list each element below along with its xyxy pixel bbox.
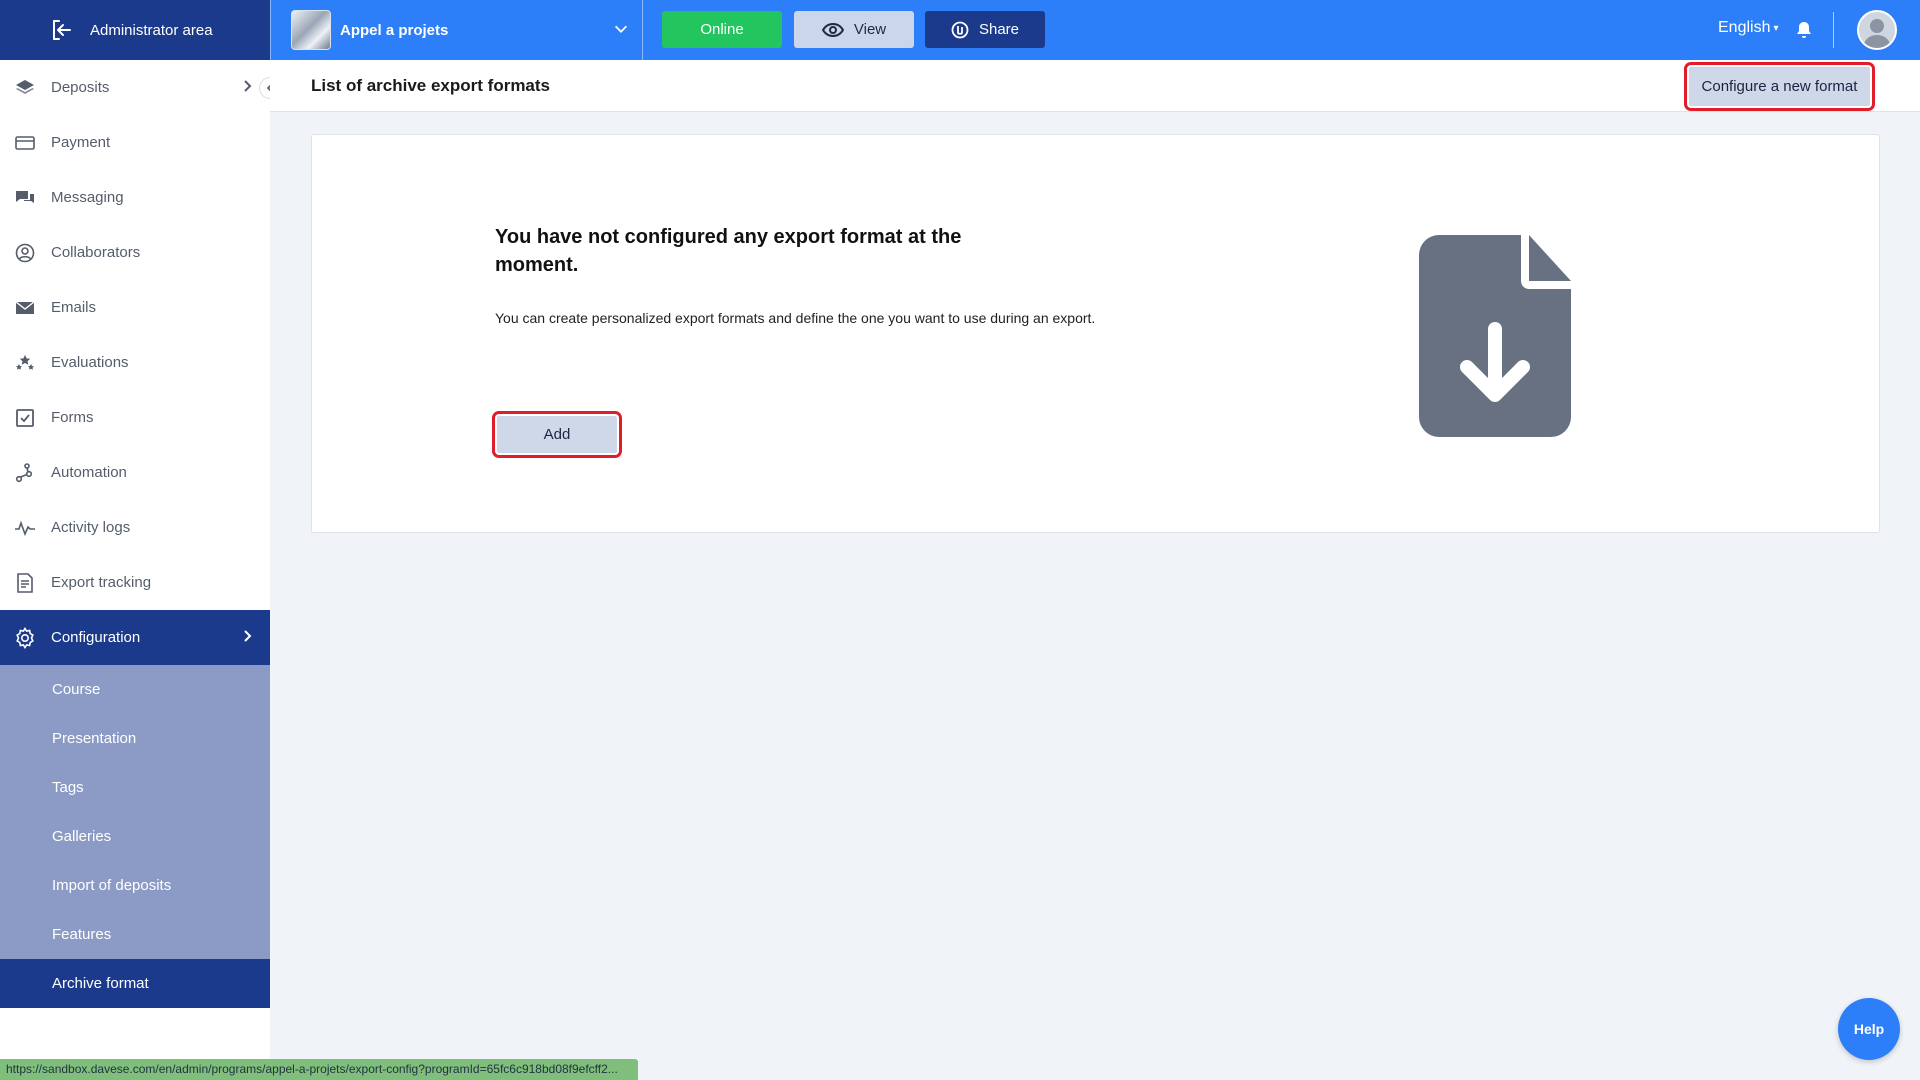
submenu-item-label: Features bbox=[52, 926, 112, 943]
sidebar-item-label: Deposits bbox=[51, 79, 110, 96]
user-circle-icon bbox=[14, 242, 36, 264]
sidebar-item-label: Automation bbox=[51, 464, 127, 481]
sidebar-item-label: Emails bbox=[51, 299, 97, 316]
configure-new-format-label: Configure a new format bbox=[1701, 78, 1858, 95]
submenu-item-galleries[interactable]: Galleries bbox=[0, 812, 270, 861]
page-header: List of archive export formats Configure… bbox=[270, 60, 1920, 112]
view-button[interactable]: View bbox=[794, 11, 914, 48]
chevron-right-icon bbox=[244, 80, 252, 92]
sidebar-item-evaluations[interactable]: Evaluations bbox=[0, 335, 270, 390]
sidebar-item-automation[interactable]: Automation bbox=[0, 445, 270, 500]
administrator-area-link[interactable]: Administrator area bbox=[0, 0, 270, 60]
chevron-down-icon bbox=[614, 25, 628, 33]
share-icon bbox=[951, 21, 969, 38]
sidebar-item-deposits[interactable]: Deposits bbox=[0, 60, 270, 115]
language-label: English bbox=[1718, 19, 1771, 36]
sidebar-item-label: Evaluations bbox=[51, 354, 129, 371]
sidebar-item-collaborators[interactable]: Collaborators bbox=[0, 225, 270, 280]
sidebar-item-label: Collaborators bbox=[51, 244, 141, 261]
browser-status-url: https://sandbox.davese.com/en/admin/prog… bbox=[0, 1059, 638, 1080]
submenu-item-label: Tags bbox=[52, 779, 84, 796]
help-button[interactable]: Help bbox=[1838, 998, 1900, 1060]
divider bbox=[1833, 12, 1834, 48]
sidebar-item-configuration[interactable]: Configuration bbox=[0, 610, 270, 665]
file-download-icon bbox=[1419, 235, 1571, 437]
share-button-label: Share bbox=[978, 21, 1020, 38]
sidebar-item-label: Messaging bbox=[51, 189, 124, 206]
sidebar-item-activity-logs[interactable]: Activity logs bbox=[0, 500, 270, 555]
bell-icon[interactable] bbox=[1794, 20, 1814, 40]
top-bar: Administrator area Appel a projets Onlin… bbox=[0, 0, 1920, 60]
sidebar-item-emails[interactable]: Emails bbox=[0, 280, 270, 335]
submenu-item-label: Course bbox=[52, 681, 101, 698]
avatar[interactable] bbox=[1857, 10, 1897, 50]
checkbox-icon bbox=[14, 407, 36, 429]
sidebar-item-label: Activity logs bbox=[51, 519, 131, 536]
sidebar-item-label: Export tracking bbox=[51, 574, 152, 591]
configuration-submenu: Course Presentation Tags Galleries Impor… bbox=[0, 665, 270, 1008]
sidebar-item-messaging[interactable]: Messaging bbox=[0, 170, 270, 225]
sidebar-item-label: Payment bbox=[51, 134, 111, 151]
sidebar-item-export-tracking[interactable]: Export tracking bbox=[0, 555, 270, 610]
help-button-label: Help bbox=[1853, 1021, 1885, 1037]
program-name: Appel a projets bbox=[340, 21, 449, 39]
online-button-label: Online bbox=[700, 21, 744, 38]
flow-icon bbox=[14, 462, 36, 484]
add-button[interactable]: Add bbox=[492, 411, 622, 458]
submenu-item-course[interactable]: Course bbox=[0, 665, 270, 714]
eye-icon bbox=[821, 22, 844, 37]
sidebar-item-label: Configuration bbox=[51, 629, 141, 646]
chevron-right-icon bbox=[244, 630, 252, 642]
empty-state-heading: You have not configured any export forma… bbox=[495, 226, 962, 276]
envelope-icon bbox=[14, 297, 36, 319]
administrator-area-label: Administrator area bbox=[90, 21, 213, 39]
add-button-label: Add bbox=[543, 426, 571, 443]
submenu-item-label: Import of deposits bbox=[52, 877, 172, 894]
layers-icon bbox=[14, 77, 36, 99]
sidebar-item-label: Forms bbox=[51, 409, 94, 426]
caret-down-icon: ▾ bbox=[1773, 22, 1779, 34]
submenu-item-features[interactable]: Features bbox=[0, 910, 270, 959]
submenu-item-tags[interactable]: Tags bbox=[0, 763, 270, 812]
pulse-icon bbox=[14, 517, 36, 539]
sidebar-item-forms[interactable]: Forms bbox=[0, 390, 270, 445]
stars-icon bbox=[14, 352, 36, 374]
document-icon bbox=[14, 572, 36, 594]
language-selector[interactable]: English ▾ bbox=[1718, 19, 1779, 37]
page-title: List of archive export formats bbox=[311, 76, 551, 95]
submenu-item-archive-format[interactable]: Archive format bbox=[0, 959, 270, 1008]
submenu-item-label: Archive format bbox=[52, 975, 149, 992]
chat-icon bbox=[14, 187, 36, 209]
share-button[interactable]: Share bbox=[925, 11, 1045, 48]
gear-icon bbox=[14, 626, 36, 649]
card-icon bbox=[14, 132, 36, 154]
submenu-item-presentation[interactable]: Presentation bbox=[0, 714, 270, 763]
configure-new-format-button[interactable]: Configure a new format bbox=[1684, 62, 1875, 111]
online-button[interactable]: Online bbox=[662, 11, 782, 48]
submenu-item-label: Galleries bbox=[52, 828, 112, 845]
submenu-item-import-of-deposits[interactable]: Import of deposits bbox=[0, 861, 270, 910]
user-avatar-icon bbox=[1863, 19, 1891, 48]
submenu-item-label: Presentation bbox=[52, 730, 137, 747]
sidebar-item-payment[interactable]: Payment bbox=[0, 115, 270, 170]
view-button-label: View bbox=[853, 21, 887, 38]
sidebar: Deposits Payment Messaging Collaborators… bbox=[0, 60, 270, 1080]
empty-state-card: You have not configured any export forma… bbox=[311, 134, 1880, 533]
empty-state-description: You can create personalized export forma… bbox=[495, 310, 1096, 326]
program-selector[interactable]: Appel a projets bbox=[270, 0, 643, 60]
program-logo bbox=[291, 10, 331, 50]
exit-icon bbox=[53, 20, 71, 40]
